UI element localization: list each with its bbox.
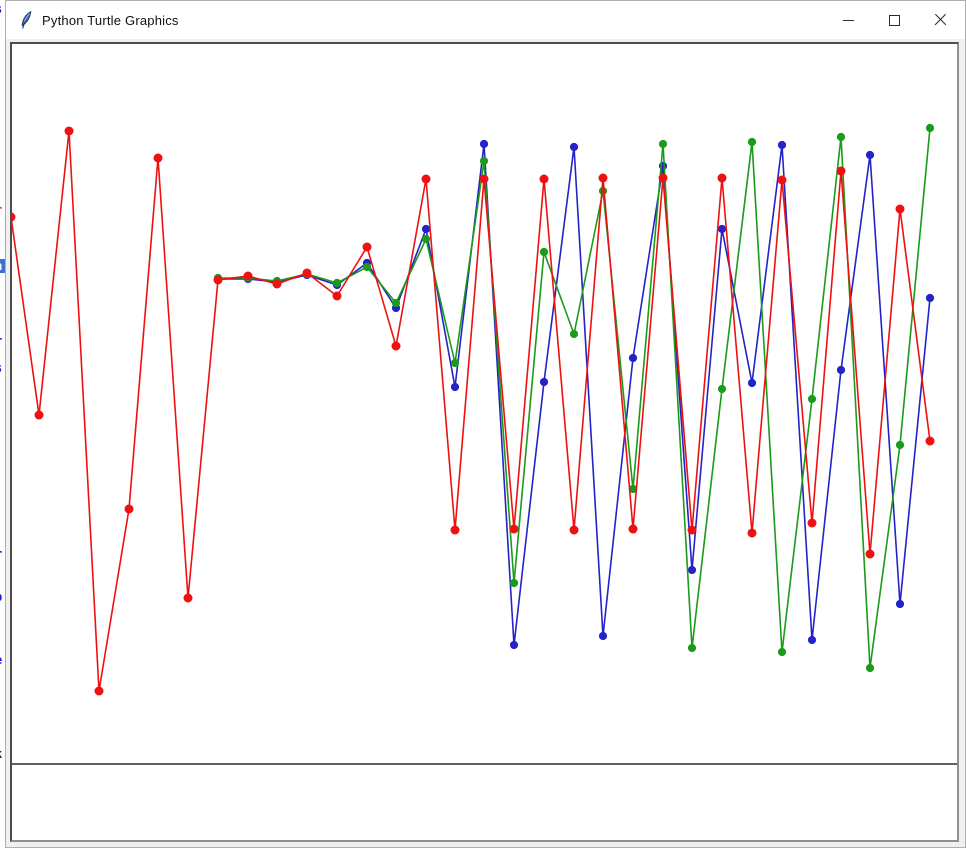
blue-series-dot xyxy=(510,641,518,649)
red-series-dot xyxy=(688,526,697,535)
red-series-dot xyxy=(570,526,579,535)
red-series-dot xyxy=(392,342,401,351)
blue-series-dot xyxy=(422,225,430,233)
red-series-dot xyxy=(837,167,846,176)
green-series-dot xyxy=(599,187,607,195)
red-series-dot xyxy=(510,525,519,534)
green-series-dot xyxy=(363,263,371,271)
red-series-dot xyxy=(65,127,74,136)
green-series-dot xyxy=(540,248,548,256)
green-series-dot xyxy=(510,579,518,587)
green-series-dot xyxy=(480,157,488,165)
blue-series-dot xyxy=(866,151,874,159)
green-series-line xyxy=(218,128,930,668)
blue-series-dot xyxy=(451,383,459,391)
red-series-dot xyxy=(718,174,727,183)
blue-series-dot xyxy=(808,636,816,644)
green-series-dot xyxy=(392,299,400,307)
red-series-dot xyxy=(214,276,223,285)
red-series-dot xyxy=(808,519,817,528)
red-series-line xyxy=(12,131,930,691)
blue-series-dot xyxy=(926,294,934,302)
red-series-dot xyxy=(12,213,16,222)
blue-series-dot xyxy=(599,632,607,640)
minimize-icon xyxy=(843,20,854,21)
maximize-button[interactable] xyxy=(871,1,917,39)
green-series-dot xyxy=(718,385,726,393)
blue-series-dot xyxy=(540,378,548,386)
red-series-dot xyxy=(540,175,549,184)
blue-series-dot xyxy=(748,379,756,387)
green-series-dot xyxy=(659,140,667,148)
maximize-icon xyxy=(889,15,900,26)
red-series-dot xyxy=(125,505,134,514)
green-series-dot xyxy=(896,441,904,449)
red-series-dot xyxy=(599,174,608,183)
blue-series-dot xyxy=(778,141,786,149)
red-series-dot xyxy=(866,550,875,559)
blue-series-dot xyxy=(629,354,637,362)
red-series-dot xyxy=(926,437,935,446)
red-series-dot xyxy=(184,594,193,603)
close-icon xyxy=(934,14,947,27)
green-series-dot xyxy=(422,235,430,243)
blue-series-dot xyxy=(718,225,726,233)
red-series-dot xyxy=(748,529,757,538)
red-series-dot xyxy=(303,269,312,278)
red-series-dot xyxy=(480,175,489,184)
red-series-dot xyxy=(659,174,668,183)
green-series-dot xyxy=(688,644,696,652)
green-series-dot xyxy=(748,138,756,146)
close-button[interactable] xyxy=(917,1,963,39)
window-controls xyxy=(825,1,963,39)
turtle-canvas xyxy=(10,42,959,842)
red-series-dot xyxy=(244,272,253,281)
green-series-dot xyxy=(570,330,578,338)
red-series-dot xyxy=(273,280,282,289)
tk-feather-icon xyxy=(18,11,34,29)
blue-series-dot xyxy=(688,566,696,574)
turtle-graphics-window: Python Turtle Graphics xyxy=(5,0,966,848)
green-series-dot xyxy=(778,648,786,656)
blue-series-dot xyxy=(896,600,904,608)
green-series-dot xyxy=(808,395,816,403)
green-series-dot xyxy=(926,124,934,132)
red-series-dot xyxy=(363,243,372,252)
red-series-dot xyxy=(154,154,163,163)
minimize-button[interactable] xyxy=(825,1,871,39)
window-title: Python Turtle Graphics xyxy=(42,1,179,39)
green-series-dot xyxy=(866,664,874,672)
red-series-dot xyxy=(629,525,638,534)
blue-series-dot xyxy=(570,143,578,151)
red-series-dot xyxy=(35,411,44,420)
red-series-dot xyxy=(95,687,104,696)
red-series-dot xyxy=(778,176,787,185)
green-series-dot xyxy=(837,133,845,141)
chart-svg xyxy=(12,44,957,840)
red-series-dot xyxy=(451,526,460,535)
red-series-dot xyxy=(333,292,342,301)
blue-series-dot xyxy=(837,366,845,374)
red-series-dot xyxy=(896,205,905,214)
red-series-dot xyxy=(422,175,431,184)
titlebar[interactable]: Python Turtle Graphics xyxy=(6,1,965,39)
green-series-dot xyxy=(451,359,459,367)
green-series-dot xyxy=(333,279,341,287)
blue-series-dot xyxy=(480,140,488,148)
screen: srarsrpek Python Turtle Graphics xyxy=(0,0,966,848)
